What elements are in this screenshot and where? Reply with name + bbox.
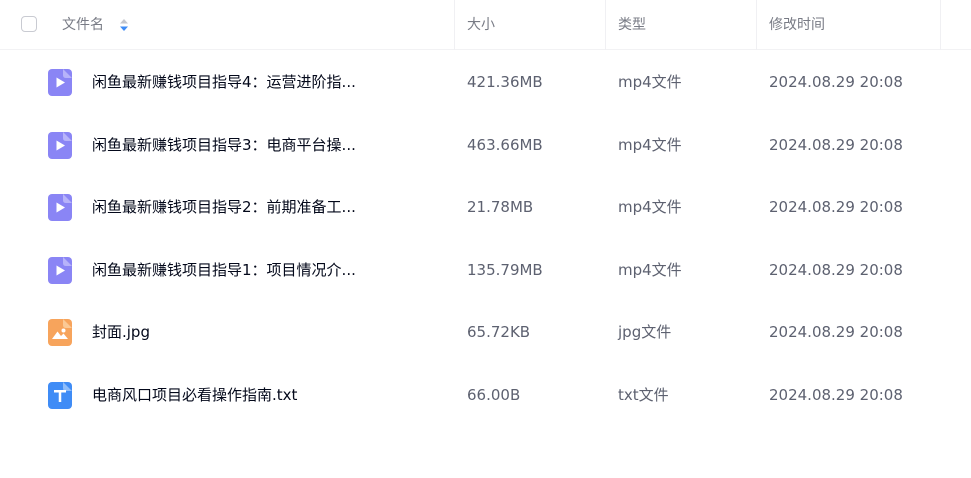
column-header-size[interactable]: 大小	[467, 16, 495, 34]
file-name[interactable]: 电商风口项目必看操作指南.txt	[92, 385, 297, 405]
select-all-checkbox[interactable]	[21, 16, 37, 32]
text-file-icon	[48, 382, 72, 409]
file-modified: 2024.08.29 20:08	[769, 73, 903, 91]
column-header-modified[interactable]: 修改时间	[769, 16, 825, 34]
column-divider[interactable]	[940, 0, 941, 50]
file-type: txt文件	[618, 386, 669, 404]
file-modified: 2024.08.29 20:08	[769, 198, 903, 216]
file-size: 135.79MB	[467, 261, 543, 279]
file-size: 421.36MB	[467, 73, 543, 91]
video-file-icon	[48, 69, 72, 96]
file-name[interactable]: 封面.jpg	[92, 322, 150, 342]
file-size: 463.66MB	[467, 136, 543, 154]
column-divider[interactable]	[605, 0, 606, 50]
video-file-icon	[48, 132, 72, 159]
file-size: 66.00B	[467, 386, 521, 404]
column-header-type[interactable]: 类型	[618, 16, 646, 34]
file-size: 65.72KB	[467, 323, 531, 341]
column-divider[interactable]	[756, 0, 757, 50]
file-name[interactable]: 闲鱼最新赚钱项目指导1：项目情况介...	[92, 260, 356, 280]
column-divider[interactable]	[454, 0, 455, 50]
file-row[interactable]: 闲鱼最新赚钱项目指导3：电商平台操... 463.66MB mp4文件 2024…	[0, 114, 971, 176]
file-list: 文件名 大小 类型 修改时间 闲鱼最新赚钱项目指导4：运营进阶指... 421.…	[0, 0, 971, 478]
file-row[interactable]: 闲鱼最新赚钱项目指导2：前期准备工... 21.78MB mp4文件 2024.…	[0, 176, 971, 238]
image-file-icon	[48, 319, 72, 346]
file-modified: 2024.08.29 20:08	[769, 386, 903, 404]
video-file-icon	[48, 194, 72, 221]
file-modified: 2024.08.29 20:08	[769, 261, 903, 279]
file-row[interactable]: 封面.jpg 65.72KB jpg文件 2024.08.29 20:08	[0, 301, 971, 363]
file-type: jpg文件	[618, 323, 672, 341]
file-type: mp4文件	[618, 261, 682, 279]
file-name[interactable]: 闲鱼最新赚钱项目指导4：运营进阶指...	[92, 72, 356, 92]
file-type: mp4文件	[618, 198, 682, 216]
file-name[interactable]: 闲鱼最新赚钱项目指导3：电商平台操...	[92, 135, 356, 155]
file-modified: 2024.08.29 20:08	[769, 136, 903, 154]
file-list-header: 文件名 大小 类型 修改时间	[0, 0, 971, 50]
file-size: 21.78MB	[467, 198, 534, 216]
sort-arrows-icon[interactable]	[119, 17, 129, 33]
column-header-name[interactable]: 文件名	[62, 16, 104, 34]
file-row[interactable]: 闲鱼最新赚钱项目指导4：运营进阶指... 421.36MB mp4文件 2024…	[0, 51, 971, 113]
file-modified: 2024.08.29 20:08	[769, 323, 903, 341]
video-file-icon	[48, 257, 72, 284]
file-row[interactable]: 电商风口项目必看操作指南.txt 66.00B txt文件 2024.08.29…	[0, 364, 971, 426]
file-row[interactable]: 闲鱼最新赚钱项目指导1：项目情况介... 135.79MB mp4文件 2024…	[0, 239, 971, 301]
file-name[interactable]: 闲鱼最新赚钱项目指导2：前期准备工...	[92, 197, 356, 217]
file-type: mp4文件	[618, 136, 682, 154]
file-type: mp4文件	[618, 73, 682, 91]
